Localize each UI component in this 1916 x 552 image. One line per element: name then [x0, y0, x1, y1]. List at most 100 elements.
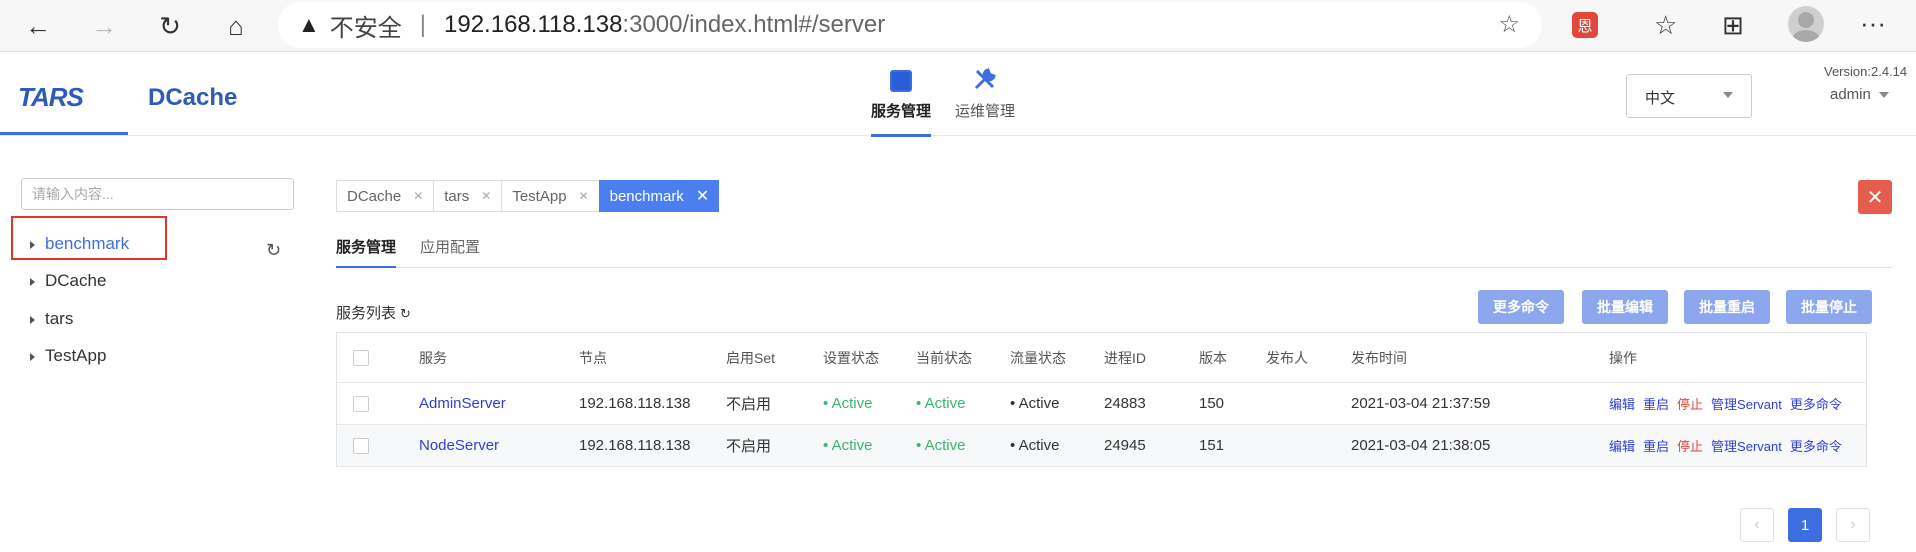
set-cell: 不启用 — [726, 438, 772, 455]
tars-logo[interactable]: TARS — [18, 82, 84, 113]
row-checkbox[interactable] — [353, 425, 369, 466]
add-favorite-icon[interactable]: ☆ — [1498, 10, 1520, 39]
browser-toolbar: ← → ↻ ⌂ ▲ 不安全 | 192.168.118.138 :3000/in… — [0, 0, 1916, 52]
tab-label: benchmark — [609, 187, 684, 205]
insecure-label[interactable]: 不安全 — [330, 8, 402, 43]
publish-time-cell: 2021-03-04 21:37:59 — [1351, 395, 1491, 412]
tree-item-dcache[interactable]: DCache — [30, 271, 106, 291]
column-header: 发布人 — [1266, 349, 1308, 366]
table-row: AdminServer 192.168.118.138 不启用 • Active… — [337, 383, 1866, 425]
caret-right-icon[interactable] — [30, 277, 35, 286]
next-page-button[interactable]: › — [1836, 508, 1870, 542]
version-cell: 151 — [1199, 437, 1225, 454]
url-path: :3000/index.html#/server — [622, 11, 886, 38]
stop-link[interactable]: 停止 — [1677, 436, 1703, 455]
more-commands-button[interactable]: 更多命令 — [1478, 290, 1564, 324]
tree-item-tars[interactable]: tars — [30, 309, 73, 329]
select-all-checkbox[interactable] — [353, 333, 369, 382]
caret-right-icon[interactable] — [30, 315, 35, 324]
current-status: • Active — [916, 437, 966, 454]
sub-tabs: 服务管理 应用配置 — [336, 230, 1892, 268]
node-cell: 192.168.118.138 — [579, 437, 691, 454]
setting-status: • Active — [823, 395, 873, 412]
batch-stop-button[interactable]: 批量停止 — [1786, 290, 1872, 324]
restart-link[interactable]: 重启 — [1643, 394, 1669, 413]
language-select[interactable]: 中文 — [1626, 74, 1752, 118]
tab-benchmark[interactable]: benchmark ✕ — [598, 180, 720, 212]
batch-edit-button[interactable]: 批量编辑 — [1582, 290, 1668, 324]
tree-refresh-icon[interactable]: ↻ — [266, 240, 281, 261]
service-link[interactable]: NodeServer — [419, 425, 499, 466]
column-header: 流量状态 — [1010, 349, 1066, 366]
address-separator: | — [419, 11, 427, 38]
warning-icon[interactable]: ▲ — [298, 12, 320, 38]
tree-item-testapp[interactable]: TestApp — [30, 346, 106, 366]
close-all-tabs-button[interactable]: ✕ — [1858, 180, 1892, 214]
stop-link[interactable]: 停止 — [1677, 394, 1703, 413]
tab-testapp[interactable]: TestApp ✕ — [501, 180, 599, 212]
tree-item-label: tars — [45, 309, 74, 328]
logo-active-underline — [0, 132, 128, 135]
caret-right-icon[interactable] — [30, 352, 35, 361]
more-icon[interactable]: ··· — [1860, 8, 1886, 39]
collections-icon[interactable]: ⊞ — [1722, 10, 1744, 41]
service-list-title: 服务列表 ↻ — [336, 302, 411, 323]
forward-icon[interactable]: → — [84, 6, 124, 46]
tab-label: TestApp — [512, 187, 567, 205]
close-icon[interactable]: ✕ — [696, 186, 709, 206]
wrench-icon — [970, 66, 1000, 96]
url-host: 192.168.118.138 — [444, 11, 623, 38]
setting-status: • Active — [823, 437, 873, 454]
traffic-status: • Active — [1010, 395, 1060, 412]
close-icon[interactable]: ✕ — [481, 189, 491, 203]
extension-icon[interactable]: 恩 — [1572, 12, 1598, 38]
service-link[interactable]: AdminServer — [419, 383, 506, 424]
tab-tars[interactable]: tars ✕ — [433, 180, 502, 212]
tab-dcache[interactable]: DCache ✕ — [336, 180, 434, 212]
more-commands-link[interactable]: 更多命令 — [1790, 394, 1842, 413]
chevron-down-icon — [1723, 92, 1733, 98]
nav-label: 服务管理 — [871, 103, 932, 120]
pid-cell: 24945 — [1104, 437, 1146, 454]
column-header: 发布时间 — [1351, 349, 1407, 366]
tree-search-input[interactable] — [21, 178, 294, 210]
close-icon[interactable]: ✕ — [579, 189, 589, 203]
tree-item-benchmark[interactable]: benchmark — [30, 234, 129, 254]
edit-link[interactable]: 编辑 — [1609, 436, 1635, 455]
more-commands-link[interactable]: 更多命令 — [1790, 436, 1842, 455]
home-icon[interactable]: ⌂ — [216, 6, 256, 46]
address-bar[interactable]: ▲ 不安全 | 192.168.118.138 :3000/index.html… — [278, 2, 1542, 48]
refresh-icon[interactable]: ↻ — [400, 306, 411, 321]
page-1-button[interactable]: 1 — [1788, 508, 1822, 542]
tab-label: DCache — [347, 187, 402, 205]
chevron-down-icon — [1878, 92, 1889, 99]
list-title-text: 服务列表 — [336, 305, 397, 322]
user-menu[interactable]: admin — [1830, 86, 1889, 103]
service-table: 服务 节点 启用Set 设置状态 当前状态 流量状态 进程ID 版本 发布人 发… — [336, 332, 1867, 467]
subtab-app-config[interactable]: 应用配置 — [420, 236, 480, 268]
column-header: 节点 — [579, 349, 607, 366]
restart-link[interactable]: 重启 — [1643, 436, 1669, 455]
close-icon[interactable]: ✕ — [413, 189, 423, 203]
batch-restart-button[interactable]: 批量重启 — [1684, 290, 1770, 324]
caret-right-icon[interactable] — [30, 240, 35, 249]
manage-servant-link[interactable]: 管理Servant — [1711, 436, 1782, 455]
edit-link[interactable]: 编辑 — [1609, 394, 1635, 413]
subtab-service-management[interactable]: 服务管理 — [336, 236, 397, 268]
nav-ops-management[interactable]: 运维管理 — [955, 52, 1015, 136]
row-operations: 编辑 重启 停止 管理Servant 更多命令 — [1609, 425, 1850, 466]
back-icon[interactable]: ← — [18, 6, 58, 46]
nav-service-management[interactable]: 服务管理 — [871, 52, 932, 137]
column-header: 服务 — [419, 349, 447, 366]
publish-time-cell: 2021-03-04 21:38:05 — [1351, 437, 1491, 454]
dcache-logo[interactable]: DCache — [148, 84, 237, 112]
row-checkbox[interactable] — [353, 383, 369, 424]
chip-icon — [886, 66, 916, 96]
column-header: 当前状态 — [916, 349, 972, 366]
prev-page-button[interactable]: ‹ — [1740, 508, 1774, 542]
reload-icon[interactable]: ↻ — [150, 6, 190, 46]
favorites-icon[interactable]: ☆ — [1654, 10, 1677, 41]
profile-avatar[interactable] — [1788, 6, 1824, 42]
manage-servant-link[interactable]: 管理Servant — [1711, 394, 1782, 413]
traffic-status: • Active — [1010, 437, 1060, 454]
